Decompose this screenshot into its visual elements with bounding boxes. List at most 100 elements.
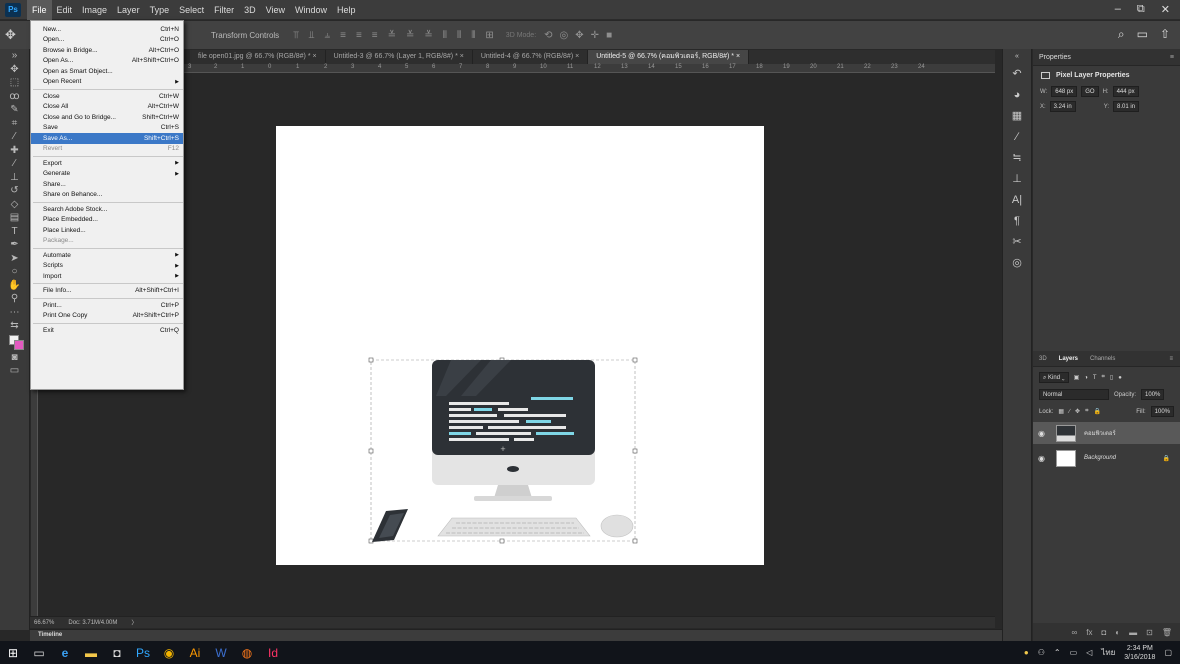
screen-mode-icon[interactable]: ▭ [0, 364, 29, 378]
history-brush-tool-icon[interactable]: ↺ [0, 184, 29, 198]
filter-toggle-icon[interactable]: ● [1118, 375, 1122, 381]
hand-tool-icon[interactable]: ✋ [0, 279, 29, 293]
tab-3d[interactable]: 3D [1039, 356, 1047, 362]
shape-tool-icon[interactable]: ○ [0, 265, 29, 279]
lasso-tool-icon[interactable]: ꝏ [0, 90, 29, 104]
swatches-panel-icon[interactable]: ▦ [1003, 105, 1031, 126]
layer-row-background[interactable]: ◉ Background 🔒 [1033, 447, 1180, 469]
quick-mask-icon[interactable]: ◙ [0, 351, 29, 365]
color-swatches[interactable] [0, 333, 29, 351]
menu-item-search-adobe-stock[interactable]: Search Adobe Stock... [31, 204, 183, 215]
3d-scale-icon[interactable]: ■ [606, 30, 612, 41]
menu-item-close-and-go-to-bridge[interactable]: Close and Go to Bridge... Shift+Ctrl+W [31, 112, 183, 123]
delete-layer-icon[interactable]: 🗑 [1162, 628, 1172, 637]
adjustments-panel-icon[interactable]: ≒ [1003, 147, 1031, 168]
panel-menu-icon[interactable]: ≡ [1169, 356, 1173, 362]
crop-tool-icon[interactable]: ⌗ [0, 117, 29, 131]
menu-item-automate[interactable]: Automate ▶ [31, 250, 183, 261]
character-panel-icon[interactable]: A| [1003, 189, 1031, 210]
network-icon[interactable]: ▭ [1070, 648, 1078, 657]
distribute-center-icon[interactable]: ⫴ [457, 30, 461, 41]
kind-filter-select[interactable]: ⌕ Kind ⌄ [1039, 372, 1069, 383]
3d-rotate-icon[interactable]: ⟲ [544, 30, 552, 41]
menu-item-close-all[interactable]: Close All Alt+Ctrl+W [31, 102, 183, 113]
filter-pixel-icon[interactable]: ▣ [1074, 374, 1080, 381]
workspace-icon[interactable]: ▭ [1137, 27, 1148, 42]
brush-tool-icon[interactable]: ∕ [0, 157, 29, 171]
3d-panel-icon[interactable]: ◎ [1003, 252, 1031, 273]
visibility-eye-icon[interactable]: ◉ [1038, 429, 1048, 438]
align-left-icon[interactable]: ≡ [340, 30, 346, 41]
panel-menu-icon[interactable]: ≡ [1170, 54, 1174, 61]
chrome-icon[interactable]: ◉ [156, 641, 182, 664]
menu-item-place-linked[interactable]: Place Linked... [31, 225, 183, 236]
align-center-icon[interactable]: ≡ [356, 30, 362, 41]
adjustment-layer-icon[interactable]: ◐ [1115, 628, 1120, 637]
filter-smart-object-icon[interactable]: ▯ [1110, 374, 1113, 381]
filter-type-icon[interactable]: T [1093, 375, 1097, 381]
pen-tool-icon[interactable]: ✒ [0, 238, 29, 252]
color-panel-icon[interactable]: ◕ [1003, 84, 1031, 105]
menu-item-generate[interactable]: Generate ▶ [31, 169, 183, 180]
distribute-right-icon[interactable]: ⫴ [471, 30, 475, 41]
tab-channels[interactable]: Channels [1090, 356, 1115, 362]
quick-select-tool-icon[interactable]: ✎ [0, 103, 29, 117]
menu-item-export[interactable]: Export ▶ [31, 158, 183, 169]
fx-icon[interactable]: fx [1086, 628, 1092, 637]
menu-layer[interactable]: Layer [112, 0, 145, 20]
opacity-field[interactable]: 100% [1141, 389, 1165, 400]
path-select-tool-icon[interactable]: ➤ [0, 252, 29, 266]
menu-file[interactable]: File [27, 0, 52, 20]
width-field[interactable]: 648 px [1051, 86, 1078, 97]
zoom-level[interactable]: 66.67% [34, 620, 54, 626]
start-icon[interactable]: ⊞ [0, 641, 26, 664]
gradient-tool-icon[interactable]: ▤ [0, 211, 29, 225]
collapse-arrows-icon[interactable]: » [0, 49, 29, 63]
timeline-tab[interactable]: Timeline [30, 629, 1030, 641]
brush-panel-icon[interactable]: ∕ [1003, 126, 1031, 147]
new-layer-icon[interactable]: ⊡ [1146, 628, 1153, 637]
blend-mode-select[interactable]: Normal [1039, 389, 1109, 400]
menu-item-open-as-smart-object[interactable]: Open as Smart Object... [31, 66, 183, 77]
clone-stamp-tool-icon[interactable]: ⊥ [0, 171, 29, 185]
distribute-left-icon[interactable]: ⫴ [443, 30, 447, 41]
edge-icon[interactable]: e [52, 641, 78, 664]
align-middle-icon[interactable]: ⫫ [309, 30, 315, 41]
firefox-icon[interactable]: ◍ [234, 641, 260, 664]
background-color-swatch[interactable] [14, 339, 24, 350]
menu-item-exit[interactable]: Exit Ctrl+Q [31, 325, 183, 336]
lock-artboard-icon[interactable]: ⌗ [1085, 408, 1088, 415]
volume-icon[interactable]: ◁ [1086, 648, 1092, 657]
menu-item-place-embedded[interactable]: Place Embedded... [31, 215, 183, 226]
3d-roll-icon[interactable]: ◎ [560, 30, 569, 41]
lock-all-icon[interactable]: 🔒 [1093, 408, 1100, 415]
chevron-up-icon[interactable]: ⌃ [1054, 648, 1061, 657]
3d-pan-icon[interactable]: ✥ [575, 30, 583, 41]
3d-slide-icon[interactable]: ✛ [591, 30, 599, 41]
menu-view[interactable]: View [261, 0, 290, 20]
language-indicator[interactable]: ไทย [1101, 646, 1115, 659]
link-layers-icon[interactable]: ∞ [1072, 628, 1078, 637]
clock[interactable]: 2:34 PM 3/16/2018 [1124, 644, 1155, 662]
menu-window[interactable]: Window [290, 0, 332, 20]
fill-field[interactable]: 100% [1150, 406, 1174, 417]
store-icon[interactable]: ◘ [104, 641, 130, 664]
menu-item-share[interactable]: Share... [31, 179, 183, 190]
menu-select[interactable]: Select [174, 0, 209, 20]
filter-adjustment-icon[interactable]: ◑ [1084, 375, 1088, 381]
marquee-tool-icon[interactable]: ⬚ [0, 76, 29, 90]
help-icon[interactable]: ● [1024, 648, 1029, 657]
link-button[interactable]: GO [1081, 86, 1099, 97]
people-icon[interactable]: ⚇ [1038, 648, 1045, 657]
photoshop-taskbar-icon[interactable]: Ps [130, 641, 156, 664]
menu-item-print[interactable]: Print... Ctrl+P [31, 300, 183, 311]
illustrator-icon[interactable]: Ai [182, 641, 208, 664]
y-field[interactable]: 8.01 in [1113, 101, 1140, 112]
clone-source-panel-icon[interactable]: ⊥ [1003, 168, 1031, 189]
eraser-tool-icon[interactable]: ◇ [0, 198, 29, 212]
new-group-icon[interactable]: ▬ [1129, 628, 1137, 637]
x-field[interactable]: 3.24 in [1049, 101, 1076, 112]
share-icon[interactable]: ⇧ [1160, 27, 1170, 42]
tab-untitled-5[interactable]: Untitled-5 @ 66.7% (คอมพิวเตอร์, RGB/8#)… [588, 50, 750, 64]
menu-item-open-recent[interactable]: Open Recent ▶ [31, 77, 183, 88]
